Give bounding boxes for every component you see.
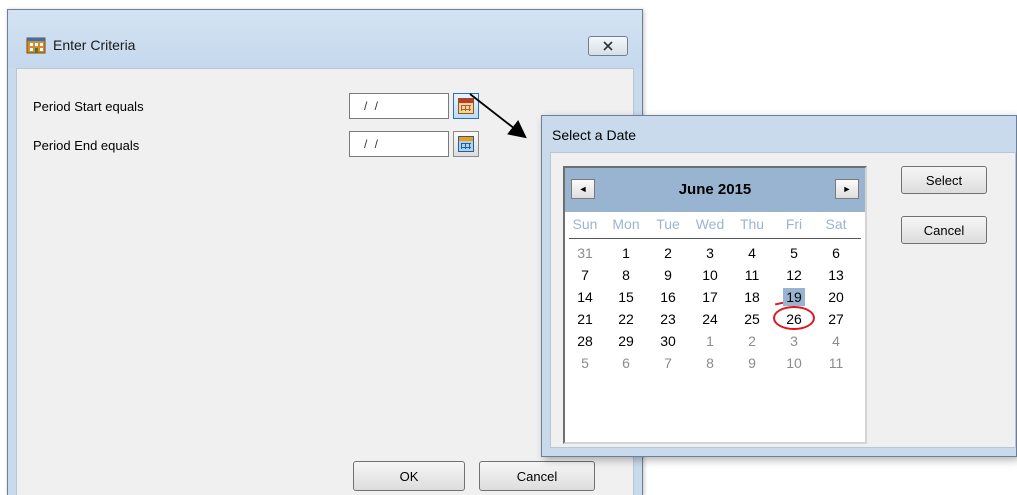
day-cell[interactable]: 10 bbox=[776, 352, 812, 374]
day-cell[interactable]: 2 bbox=[734, 330, 770, 352]
day-cell[interactable]: 5 bbox=[567, 352, 603, 374]
day-cell[interactable]: 9 bbox=[734, 352, 770, 374]
day-cell[interactable]: 2 bbox=[650, 242, 686, 264]
day-cell[interactable]: 28 bbox=[567, 330, 603, 352]
day-cell[interactable]: 1 bbox=[608, 242, 644, 264]
calendar-header: ◄ June 2015 ► bbox=[565, 168, 865, 212]
day-cell[interactable]: 3 bbox=[776, 330, 812, 352]
month-year-title[interactable]: June 2015 bbox=[565, 181, 865, 198]
date-cancel-button-label: Cancel bbox=[923, 222, 965, 238]
day-cell[interactable]: 18 bbox=[734, 286, 770, 308]
weekday-label: Thu bbox=[739, 216, 765, 232]
day-cell[interactable]: 1 bbox=[692, 330, 728, 352]
weekday-label: Sun bbox=[572, 216, 598, 232]
day-cell[interactable]: 6 bbox=[818, 242, 854, 264]
day-cell[interactable]: 16 bbox=[650, 286, 686, 308]
weekday-divider bbox=[569, 238, 861, 239]
day-cell[interactable]: 21 bbox=[567, 308, 603, 330]
day-cell[interactable]: 13 bbox=[818, 264, 854, 286]
month-calendar[interactable]: ◄ June 2015 ► Sun Mon Tue Wed Thu Fri Sa… bbox=[563, 166, 867, 444]
date-dialog-title: Select a Date bbox=[552, 127, 637, 143]
day-cell[interactable]: 14 bbox=[567, 286, 603, 308]
highlight-circle bbox=[773, 306, 815, 330]
day-cell[interactable]: 22 bbox=[608, 308, 644, 330]
day-cell[interactable]: 30 bbox=[650, 330, 686, 352]
day-cell[interactable]: 9 bbox=[650, 264, 686, 286]
weekday-label: Wed bbox=[695, 216, 725, 232]
date-cancel-button[interactable]: Cancel bbox=[901, 216, 987, 244]
day-cell[interactable]: 7 bbox=[650, 352, 686, 374]
day-cell[interactable]: 11 bbox=[734, 264, 770, 286]
select-button[interactable]: Select bbox=[901, 166, 987, 194]
day-cell[interactable]: 25 bbox=[734, 308, 770, 330]
day-cell[interactable]: 11 bbox=[818, 352, 854, 374]
day-cell[interactable]: 7 bbox=[567, 264, 603, 286]
day-cell[interactable]: 4 bbox=[818, 330, 854, 352]
day-cell[interactable]: 10 bbox=[692, 264, 728, 286]
day-cell[interactable]: 4 bbox=[734, 242, 770, 264]
day-cell[interactable]: 12 bbox=[776, 264, 812, 286]
select-date-dialog: Select a Date ◄ June 2015 ► Sun Mon Tue … bbox=[541, 115, 1017, 457]
day-cell[interactable]: 5 bbox=[776, 242, 812, 264]
day-cell[interactable]: 31 bbox=[567, 242, 603, 264]
day-cell[interactable]: 3 bbox=[692, 242, 728, 264]
weekday-label: Sat bbox=[825, 216, 847, 232]
weekday-label: Tue bbox=[656, 216, 680, 232]
day-cell[interactable]: 29 bbox=[608, 330, 644, 352]
date-dialog-body: ◄ June 2015 ► Sun Mon Tue Wed Thu Fri Sa… bbox=[550, 152, 1016, 448]
weekday-label: Fri bbox=[785, 216, 803, 232]
day-cell[interactable]: 20 bbox=[818, 286, 854, 308]
weekday-label: Mon bbox=[612, 216, 640, 232]
select-button-label: Select bbox=[925, 172, 963, 188]
day-cell[interactable]: 6 bbox=[608, 352, 644, 374]
next-month-button[interactable]: ► bbox=[835, 179, 859, 199]
day-cell[interactable]: 15 bbox=[608, 286, 644, 308]
day-cell[interactable]: 23 bbox=[650, 308, 686, 330]
day-cell[interactable]: 24 bbox=[692, 308, 728, 330]
day-cell[interactable]: 8 bbox=[608, 264, 644, 286]
day-cell[interactable]: 17 bbox=[692, 286, 728, 308]
day-cell[interactable]: 8 bbox=[692, 352, 728, 374]
day-cell[interactable]: 27 bbox=[818, 308, 854, 330]
arrow-right-icon: ► bbox=[842, 184, 852, 194]
weekday-header: Sun Mon Tue Wed Thu Fri Sat bbox=[565, 216, 865, 238]
selected-day-cell[interactable]: 19 bbox=[776, 286, 812, 308]
